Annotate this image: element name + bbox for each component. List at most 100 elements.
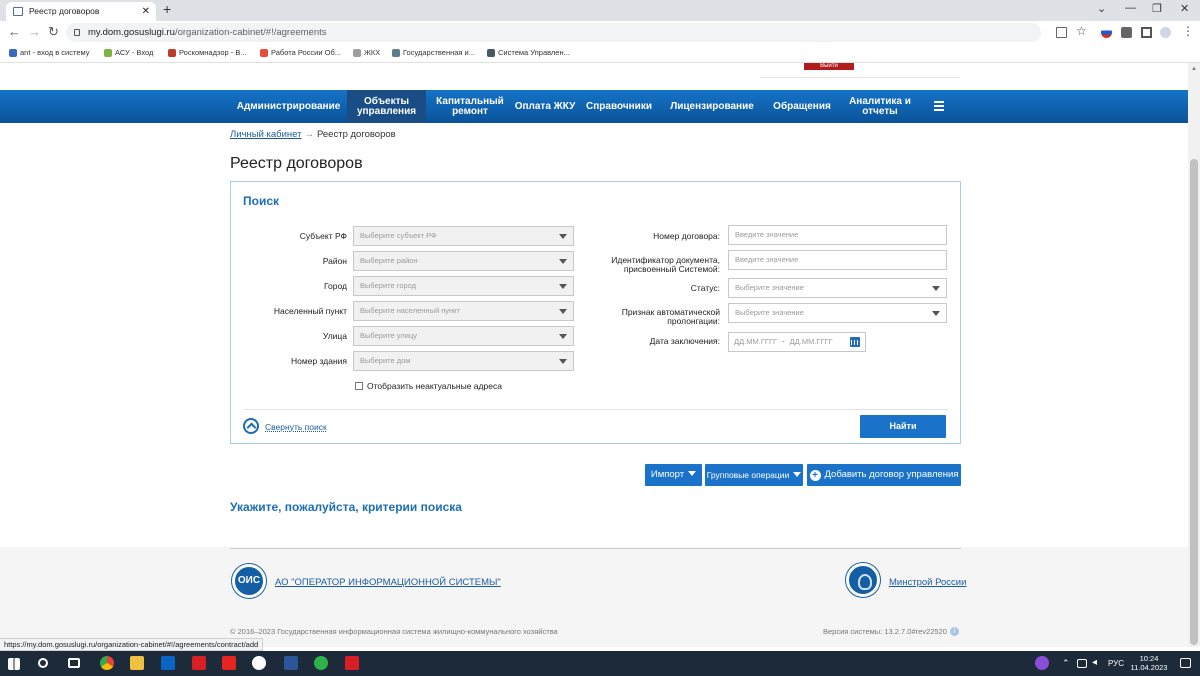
bookmark-item[interactable]: Государственная и... xyxy=(392,44,475,62)
share-icon[interactable] xyxy=(1056,27,1067,38)
site-favicon-icon xyxy=(13,7,23,16)
yandex-browser-icon[interactable] xyxy=(252,656,266,670)
task-view-icon[interactable] xyxy=(68,658,80,668)
word-icon[interactable] xyxy=(284,656,298,670)
address-bar[interactable]: my.dom.gosuslugi.ru/organization-cabinet… xyxy=(66,23,1041,42)
tray-chevron-up-icon[interactable]: ⌃ xyxy=(1062,658,1076,672)
extension-flag-icon[interactable] xyxy=(1101,27,1112,38)
nav-item-payment[interactable]: Оплата ЖКУ xyxy=(514,90,576,123)
date-to[interactable]: ДД.ММ.ГГГГ xyxy=(790,337,833,346)
subject-select[interactable]: Выберите субъект РФ xyxy=(353,226,574,246)
chevron-down-icon xyxy=(559,309,567,314)
restore-icon[interactable]: ❐ xyxy=(1152,2,1162,15)
chevron-down-icon xyxy=(559,259,567,264)
outlook-icon[interactable] xyxy=(161,656,175,670)
ministry-emblem-icon[interactable] xyxy=(846,563,880,597)
sidepanel-icon[interactable] xyxy=(1141,27,1152,38)
chrome-icon[interactable] xyxy=(100,656,114,670)
footer: ОИС АО "ОПЕРАТОР ИНФОРМАЦИОННОЙ СИСТЕМЫ"… xyxy=(0,547,1188,647)
settlement-select[interactable]: Выберите населенный пункт xyxy=(353,301,574,321)
building-select[interactable]: Выберите дом xyxy=(353,351,574,371)
info-icon[interactable]: i xyxy=(950,627,959,636)
find-button[interactable]: Найти xyxy=(860,415,946,438)
bookmark-item[interactable]: Система Управлен... xyxy=(487,44,570,62)
volume-icon[interactable]: ◂ xyxy=(1092,657,1106,671)
pdf-icon[interactable] xyxy=(345,656,359,670)
search-hint: Укажите, пожалуйста, критерии поиска xyxy=(230,500,462,514)
page-scrollbar[interactable]: ▲ xyxy=(1188,63,1200,647)
search-panel: Поиск Субъект РФ Выберите субъект РФ Рай… xyxy=(230,181,961,444)
ois-logo[interactable]: ОИС xyxy=(232,564,266,598)
new-tab-icon[interactable]: + xyxy=(163,1,171,17)
browser-tab[interactable]: Реестр договоров ✕ xyxy=(6,2,156,21)
nav-item-administration[interactable]: Администрирование xyxy=(230,90,347,123)
district-select[interactable]: Выберите район xyxy=(353,251,574,271)
bookmark-item[interactable]: ant - вход в систему xyxy=(9,44,89,62)
field-label: Статус: xyxy=(690,283,720,293)
nav-item-directories[interactable]: Справочники xyxy=(576,90,662,123)
chevron-down-icon xyxy=(932,311,940,316)
acrobat-icon[interactable] xyxy=(192,656,206,670)
collapse-chevron-icon[interactable] xyxy=(243,418,259,434)
date-from[interactable]: ДД.ММ.ГГГГ xyxy=(734,337,777,346)
folder-icon[interactable] xyxy=(130,656,144,670)
scrollbar-thumb[interactable] xyxy=(1190,159,1198,645)
dropdown-caret-icon xyxy=(793,472,802,477)
chevron-down-icon xyxy=(932,286,940,291)
reload-icon[interactable]: ↻ xyxy=(48,24,59,40)
notifications-icon[interactable] xyxy=(1180,658,1191,668)
menu-burger-icon[interactable] xyxy=(934,101,944,111)
search-icon[interactable] xyxy=(38,658,48,668)
messenger-icon[interactable] xyxy=(314,656,328,670)
alice-icon[interactable] xyxy=(1035,656,1049,670)
street-select[interactable]: Выберите улицу xyxy=(353,326,574,346)
date-range-input[interactable]: ДД.ММ.ГГГГ - ДД.ММ.ГГГГ xyxy=(728,332,866,352)
ois-link[interactable]: АО "ОПЕРАТОР ИНФОРМАЦИОННОЙ СИСТЕМЫ" xyxy=(275,577,501,588)
scroll-up-icon[interactable]: ▲ xyxy=(1191,66,1197,72)
forward-icon[interactable]: → xyxy=(28,24,41,39)
language-indicator[interactable]: РУС xyxy=(1108,659,1124,668)
show-inactive-checkbox[interactable] xyxy=(355,382,363,390)
status-bar-url: https://my.dom.gosuslugi.ru/organization… xyxy=(0,638,264,651)
status-select[interactable]: Выберите значение xyxy=(728,278,947,298)
divider xyxy=(243,409,948,410)
doc-id-input[interactable]: Введите значение xyxy=(728,250,947,270)
profile-icon[interactable] xyxy=(1160,27,1171,38)
window-close-icon[interactable]: ✕ xyxy=(1180,2,1189,15)
add-contract-button[interactable]: + Добавить договор управления xyxy=(807,464,961,486)
menu-dots-icon[interactable]: ⋮ xyxy=(1182,24,1194,38)
ministry-link[interactable]: Минстрой России xyxy=(889,577,966,588)
bookmark-item[interactable]: ЖКХ xyxy=(353,44,380,62)
city-select[interactable]: Выберите город xyxy=(353,276,574,296)
prolongation-select[interactable]: Выберите значение xyxy=(728,303,947,323)
exit-button[interactable]: Выйти xyxy=(804,63,854,70)
system-version: Версия системы: 13.2.7.0#rev22520 xyxy=(823,627,947,636)
nav-item-capital-repair[interactable]: Капитальный ремонт xyxy=(426,90,514,123)
collapse-search-link[interactable]: Свернуть поиск xyxy=(265,422,327,432)
nav-item-appeals[interactable]: Обращения xyxy=(762,90,842,123)
show-inactive-label: Отобразить неактуальные адреса xyxy=(367,381,502,391)
clock[interactable]: 10:24 11.04.2023 xyxy=(1130,654,1168,672)
puzzle-icon[interactable] xyxy=(1121,27,1132,38)
group-operations-button[interactable]: Групповые операции xyxy=(705,464,803,486)
back-icon[interactable]: ← xyxy=(8,24,21,39)
browser-toolbar: ← → ↻ my.dom.gosuslugi.ru/organization-c… xyxy=(0,21,1200,44)
network-icon[interactable] xyxy=(1077,659,1087,668)
star-icon[interactable]: ☆ xyxy=(1076,24,1087,38)
breadcrumb-home-link[interactable]: Личный кабинет xyxy=(230,129,301,140)
bookmark-item[interactable]: Работа России Об... xyxy=(260,44,341,62)
bookmark-item[interactable]: Роскомнадзор - В... xyxy=(168,44,247,62)
minimize-icon[interactable]: — xyxy=(1125,2,1136,14)
bookmark-item[interactable]: АСУ - Вход xyxy=(104,44,153,62)
import-button[interactable]: Импорт xyxy=(645,464,702,486)
nav-item-analytics[interactable]: Аналитика и отчеты xyxy=(842,90,918,123)
contract-number-input[interactable]: Введите значение xyxy=(728,225,947,245)
nav-item-licensing[interactable]: Лицензирование xyxy=(662,90,762,123)
nav-item-objects[interactable]: Объекты управления xyxy=(347,90,426,123)
calendar-icon[interactable] xyxy=(850,337,860,347)
tab-close-icon[interactable]: ✕ xyxy=(142,2,150,21)
yandex-icon[interactable] xyxy=(222,656,236,670)
chevron-down-icon[interactable]: ⌄ xyxy=(1097,2,1106,15)
windows-start-icon[interactable] xyxy=(8,658,20,670)
field-label: Номер здания xyxy=(291,356,347,366)
